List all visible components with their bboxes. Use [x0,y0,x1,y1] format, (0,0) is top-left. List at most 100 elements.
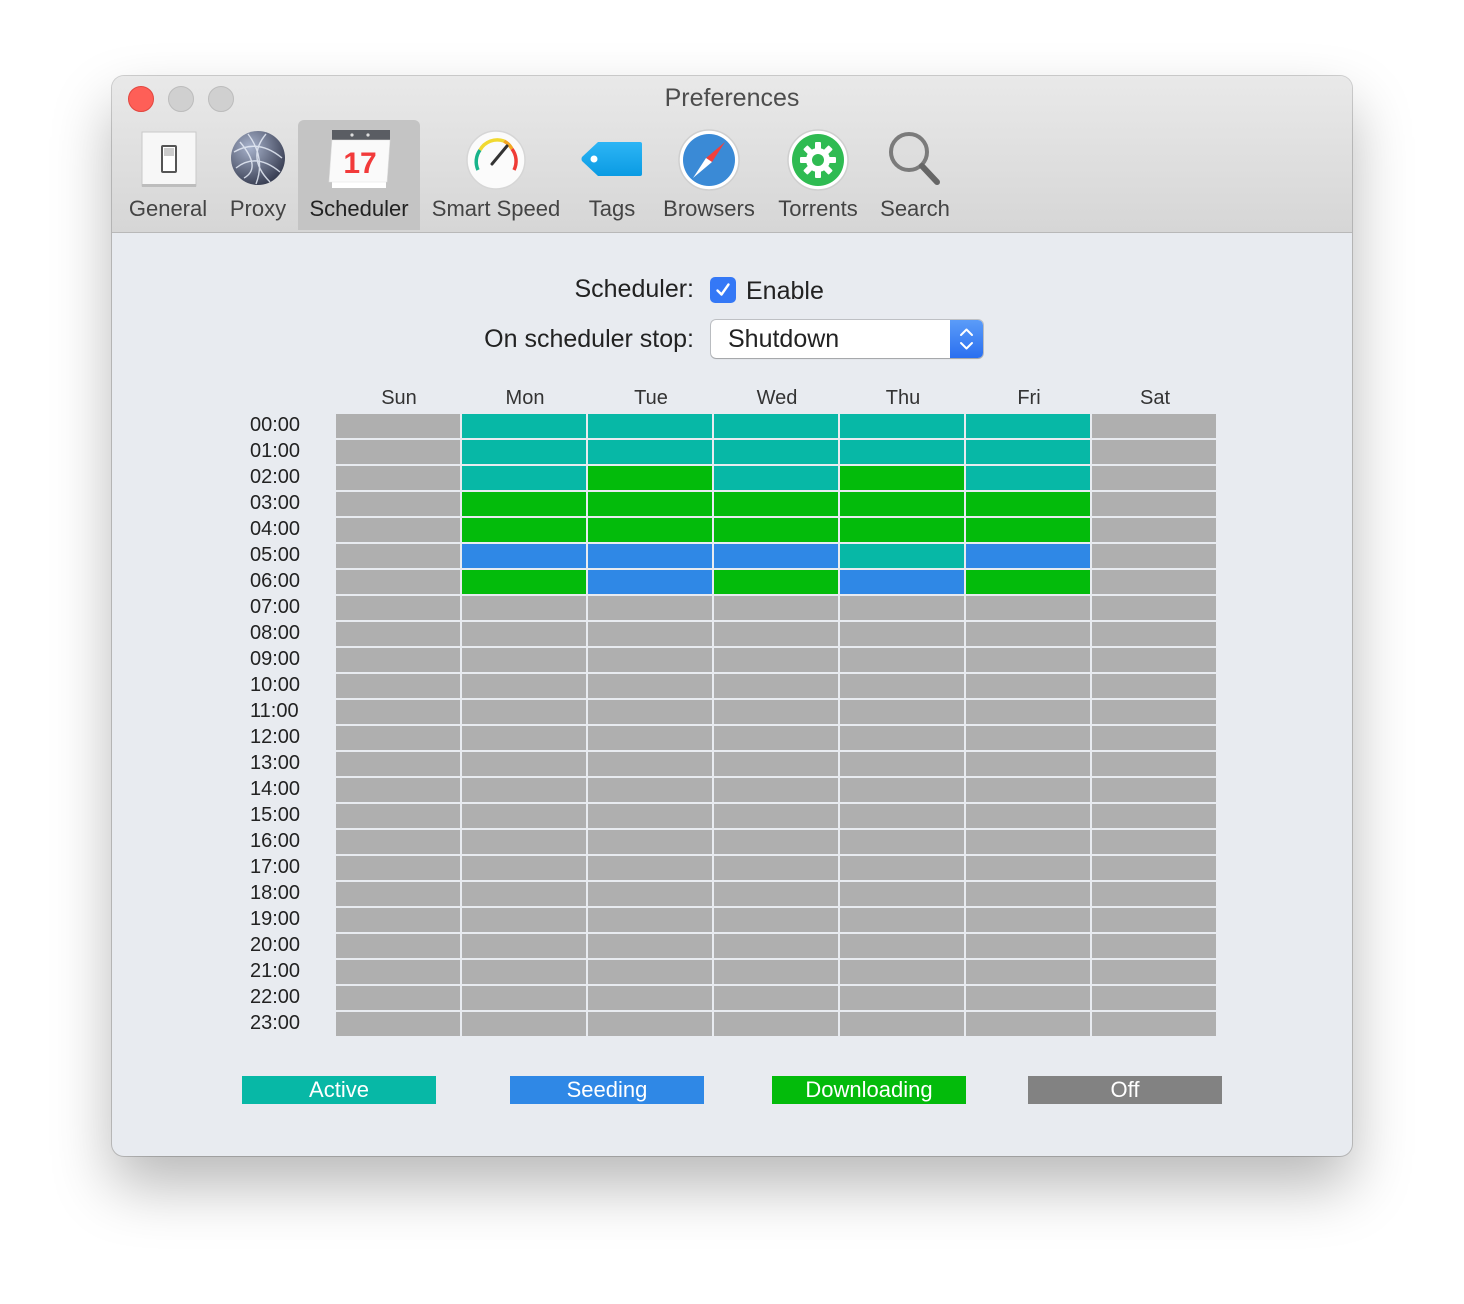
hour-label[interactable]: 07:00 [250,596,310,619]
schedule-cell-off[interactable] [336,960,460,984]
schedule-cell-off[interactable] [462,648,586,672]
tab-torrents[interactable]: Torrents [768,120,868,230]
schedule-cell-off[interactable] [588,726,712,750]
schedule-cell-off[interactable] [1092,596,1216,620]
schedule-cell-off[interactable] [336,596,460,620]
schedule-cell-off[interactable] [966,804,1090,828]
schedule-cell-seeding[interactable] [588,570,712,594]
schedule-cell-off[interactable] [588,1012,712,1036]
schedule-cell-off[interactable] [336,492,460,516]
hour-label[interactable]: 02:00 [250,466,310,489]
schedule-cell-downloading[interactable] [966,570,1090,594]
tab-general[interactable]: General [120,120,216,230]
schedule-cell-active[interactable] [714,414,838,438]
schedule-cell-off[interactable] [588,778,712,802]
schedule-cell-off[interactable] [1092,622,1216,646]
schedule-cell-off[interactable] [1092,752,1216,776]
tab-search[interactable]: Search [872,120,958,230]
schedule-cell-downloading[interactable] [462,492,586,516]
schedule-cell-off[interactable] [840,934,964,958]
tab-tags[interactable]: Tags [574,120,650,230]
tab-proxy[interactable]: Proxy [222,120,294,230]
schedule-cell-off[interactable] [1092,960,1216,984]
schedule-cell-off[interactable] [966,700,1090,724]
hour-label[interactable]: 13:00 [250,752,310,775]
schedule-cell-off[interactable] [714,830,838,854]
schedule-cell-off[interactable] [840,830,964,854]
schedule-cell-off[interactable] [462,752,586,776]
schedule-cell-active[interactable] [588,440,712,464]
schedule-cell-active[interactable] [840,544,964,568]
schedule-cell-off[interactable] [966,622,1090,646]
schedule-cell-off[interactable] [462,804,586,828]
schedule-cell-off[interactable] [336,986,460,1010]
schedule-cell-off[interactable] [714,908,838,932]
schedule-cell-active[interactable] [840,440,964,464]
schedule-cell-off[interactable] [588,804,712,828]
legend-seeding[interactable]: Seeding [510,1076,704,1104]
schedule-cell-off[interactable] [966,830,1090,854]
schedule-cell-off[interactable] [1092,908,1216,932]
schedule-cell-active[interactable] [462,466,586,490]
schedule-cell-seeding[interactable] [966,544,1090,568]
schedule-cell-off[interactable] [714,778,838,802]
schedule-cell-off[interactable] [1092,1012,1216,1036]
schedule-cell-off[interactable] [462,830,586,854]
schedule-cell-off[interactable] [840,752,964,776]
schedule-cell-off[interactable] [714,752,838,776]
hour-label[interactable]: 23:00 [250,1012,310,1035]
schedule-cell-active[interactable] [966,440,1090,464]
tab-browsers[interactable]: Browsers [658,120,760,230]
schedule-cell-off[interactable] [462,934,586,958]
schedule-cell-off[interactable] [462,960,586,984]
schedule-cell-off[interactable] [588,622,712,646]
schedule-cell-off[interactable] [1092,726,1216,750]
day-header[interactable]: Sat [1092,387,1218,410]
schedule-cell-off[interactable] [966,882,1090,906]
schedule-cell-off[interactable] [588,882,712,906]
day-header[interactable]: Fri [966,387,1092,410]
schedule-cell-off[interactable] [1092,934,1216,958]
schedule-cell-off[interactable] [840,726,964,750]
schedule-cell-off[interactable] [840,960,964,984]
schedule-cell-off[interactable] [714,726,838,750]
schedule-cell-off[interactable] [336,934,460,958]
schedule-cell-off[interactable] [714,674,838,698]
schedule-cell-downloading[interactable] [840,466,964,490]
schedule-cell-off[interactable] [336,856,460,880]
schedule-cell-off[interactable] [588,986,712,1010]
hour-label[interactable]: 04:00 [250,518,310,541]
schedule-cell-off[interactable] [966,752,1090,776]
schedule-cell-off[interactable] [840,778,964,802]
schedule-cell-active[interactable] [462,440,586,464]
schedule-cell-off[interactable] [336,726,460,750]
schedule-cell-seeding[interactable] [588,544,712,568]
schedule-cell-off[interactable] [1092,830,1216,854]
enable-checkbox-label[interactable]: Enable [746,277,824,306]
schedule-cell-off[interactable] [336,440,460,464]
schedule-cell-off[interactable] [840,882,964,906]
legend-active[interactable]: Active [242,1076,436,1104]
hour-label[interactable]: 00:00 [250,414,310,437]
schedule-cell-off[interactable] [1092,674,1216,698]
schedule-cell-off[interactable] [588,934,712,958]
enable-checkbox[interactable] [710,277,736,303]
schedule-cell-active[interactable] [714,440,838,464]
schedule-cell-seeding[interactable] [840,570,964,594]
schedule-cell-active[interactable] [714,466,838,490]
schedule-cell-seeding[interactable] [462,544,586,568]
schedule-cell-off[interactable] [840,700,964,724]
schedule-cell-off[interactable] [336,648,460,672]
schedule-cell-off[interactable] [714,1012,838,1036]
day-header[interactable]: Wed [714,387,840,410]
select-stepper[interactable] [950,320,983,358]
schedule-cell-off[interactable] [840,648,964,672]
hour-label[interactable]: 16:00 [250,830,310,853]
schedule-cell-off[interactable] [966,674,1090,698]
schedule-cell-off[interactable] [1092,700,1216,724]
schedule-cell-off[interactable] [336,1012,460,1036]
schedule-cell-downloading[interactable] [588,466,712,490]
hour-label[interactable]: 06:00 [250,570,310,593]
schedule-cell-off[interactable] [336,752,460,776]
schedule-cell-off[interactable] [714,700,838,724]
